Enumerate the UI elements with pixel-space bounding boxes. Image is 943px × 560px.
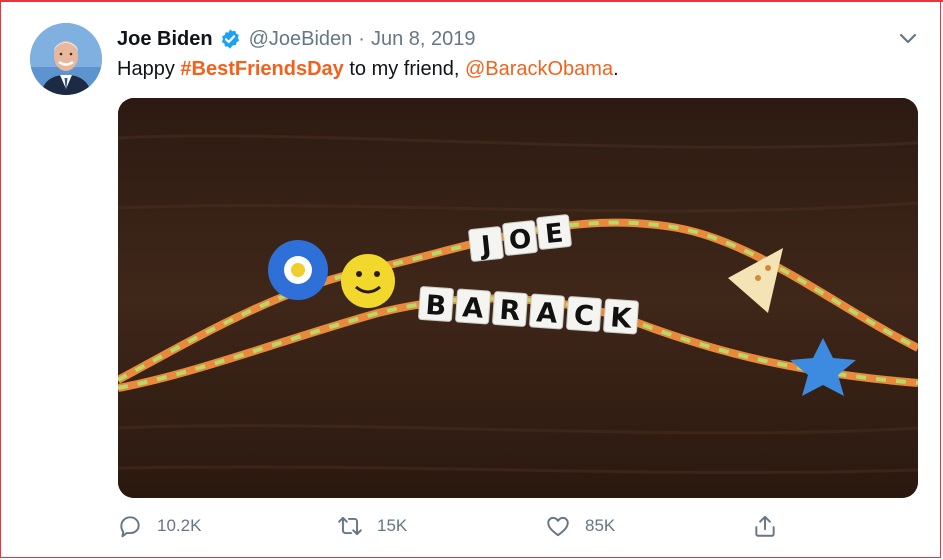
svg-text:E: E bbox=[544, 218, 565, 250]
letter-bead: B bbox=[418, 286, 454, 322]
reply-action[interactable]: 10.2K bbox=[117, 513, 201, 539]
like-count: 85K bbox=[585, 516, 616, 535]
retweet-icon bbox=[338, 516, 362, 536]
tweet-header: Joe Biden @JoeBiden · Jun 8, 2019 bbox=[117, 26, 475, 52]
author-handle[interactable]: @JoeBiden bbox=[249, 28, 353, 51]
letter-bead: C bbox=[566, 296, 602, 332]
smiley-bead bbox=[341, 254, 395, 308]
heart-icon bbox=[547, 516, 569, 537]
tweet-image[interactable]: JOE BARACK bbox=[118, 98, 918, 498]
avatar[interactable] bbox=[30, 23, 102, 95]
svg-text:R: R bbox=[498, 295, 521, 327]
chevron-down-icon[interactable] bbox=[897, 30, 919, 48]
header-separator: · bbox=[358, 27, 365, 50]
letter-bead: R bbox=[492, 291, 528, 327]
svg-text:K: K bbox=[609, 302, 633, 334]
tweet-text-suffix: . bbox=[613, 58, 619, 80]
hashtag-link[interactable]: #BestFriendsDay bbox=[180, 58, 343, 80]
retweet-count: 15K bbox=[377, 516, 408, 535]
svg-text:O: O bbox=[508, 224, 533, 256]
like-action[interactable]: 85K bbox=[545, 513, 615, 539]
tweet-text: Happy #BestFriendsDay to my friend, @Bar… bbox=[117, 58, 619, 81]
letter-bead: K bbox=[603, 298, 639, 335]
flower-bead bbox=[268, 240, 328, 300]
share-action[interactable] bbox=[752, 513, 792, 539]
tweet-actions: 10.2K 15K 85K bbox=[0, 513, 943, 543]
reply-icon bbox=[120, 516, 140, 538]
svg-text:C: C bbox=[573, 300, 595, 332]
svg-text:B: B bbox=[424, 290, 447, 322]
letter-bead: J bbox=[468, 226, 504, 262]
avatar-portrait bbox=[30, 23, 102, 95]
tweet-date[interactable]: Jun 8, 2019 bbox=[371, 28, 476, 51]
share-icon bbox=[755, 515, 775, 537]
letter-bead: A bbox=[455, 288, 491, 325]
friendship-bracelets-photo: JOE BARACK bbox=[118, 98, 918, 498]
author-name[interactable]: Joe Biden bbox=[117, 28, 213, 51]
retweet-action[interactable]: 15K bbox=[337, 513, 407, 539]
tweet-text-prefix: Happy bbox=[117, 58, 181, 80]
tweet-text-middle: to my friend, bbox=[343, 58, 465, 80]
mention-link[interactable]: @BarackObama bbox=[465, 58, 613, 80]
svg-text:A: A bbox=[535, 297, 558, 329]
letter-bead: E bbox=[536, 214, 572, 250]
reply-count: 10.2K bbox=[157, 516, 202, 535]
letter-bead: O bbox=[502, 220, 538, 256]
svg-text:A: A bbox=[461, 292, 484, 324]
verified-badge-icon bbox=[221, 29, 239, 49]
letter-bead: A bbox=[529, 293, 565, 330]
